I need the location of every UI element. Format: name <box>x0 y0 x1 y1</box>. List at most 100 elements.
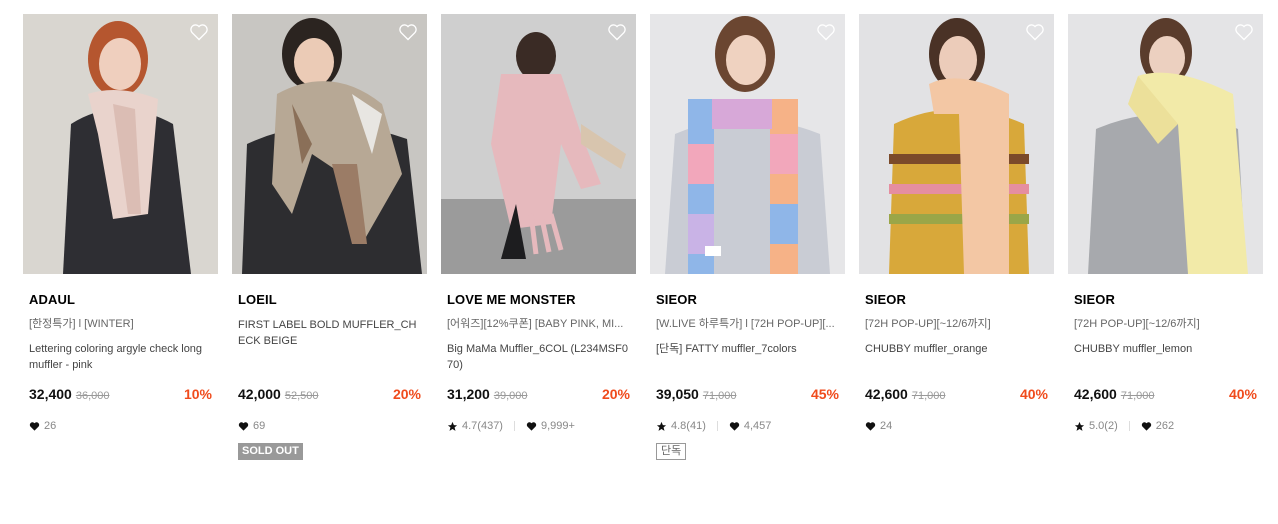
promo-text: [W.LIVE 하루특가] l [72H POP-UP][... <box>656 318 835 330</box>
rating: 5.0(2) <box>1074 420 1118 432</box>
product-photo <box>889 18 1029 274</box>
product-name[interactable]: Big MaMa Muffler_6COL (L234MSF070) <box>447 341 630 373</box>
brand-name[interactable]: SIEOR <box>656 292 839 308</box>
heart-icon <box>1141 421 1151 431</box>
rating: 4.8(41) <box>656 420 706 432</box>
product-image[interactable] <box>650 14 845 274</box>
likes-count: 262 <box>1155 420 1175 432</box>
sale-price: 42,000 <box>238 386 281 402</box>
original-price: 71,000 <box>1120 390 1155 402</box>
product-card[interactable]: SIEOR [W.LIVE 하루특가] l [72H POP-UP][... [… <box>650 14 845 460</box>
exclusive-badge: 단독 <box>656 443 687 460</box>
product-image[interactable] <box>1068 14 1263 274</box>
likes-count: 4,457 <box>743 420 772 432</box>
product-photo <box>441 32 636 274</box>
promo-text: [72H POP-UP][~12/6까지] <box>865 318 991 330</box>
price-row: 42,600 71,000 40% <box>1074 386 1257 406</box>
discount-rate: 10% <box>183 386 212 402</box>
brand-name[interactable]: SIEOR <box>865 292 1048 308</box>
promo-text: [어워즈][12%쿠폰] [BABY PINK, MI... <box>447 318 624 330</box>
rating: 4.7(437) <box>447 420 503 432</box>
discount-rate: 40% <box>1019 386 1048 402</box>
rating-value: 5.0(2) <box>1089 420 1118 432</box>
product-meta: 26 <box>29 419 212 433</box>
likes: 262 <box>1141 420 1174 432</box>
likes: 9,999+ <box>526 420 575 432</box>
product-meta: 24 <box>865 419 1048 433</box>
product-grid: ADAUL [한정특가] l [WINTER] Lettering colori… <box>23 14 1263 460</box>
product-card[interactable]: SIEOR [72H POP-UP][~12/6까지] CHUBBY muffl… <box>859 14 1054 460</box>
discount-rate: 45% <box>810 386 839 402</box>
meta-divider <box>1128 421 1130 431</box>
original-price: 52,500 <box>284 390 319 402</box>
product-image[interactable] <box>232 14 427 274</box>
heart-outline-icon[interactable] <box>1234 22 1254 42</box>
meta-divider <box>513 421 515 431</box>
price-row: 31,200 39,000 20% <box>447 386 630 406</box>
sale-price: 39,050 <box>656 386 699 402</box>
product-card[interactable]: ADAUL [한정특가] l [WINTER] Lettering colori… <box>23 14 218 460</box>
heart-outline-icon[interactable] <box>607 22 627 42</box>
discount-rate: 20% <box>392 386 421 402</box>
likes-count: 9,999+ <box>540 420 575 432</box>
sale-price: 42,600 <box>865 386 908 402</box>
product-meta: 69 <box>238 419 421 433</box>
product-image[interactable] <box>23 14 218 274</box>
price-row: 42,000 52,500 20% <box>238 386 421 406</box>
product-name[interactable]: CHUBBY muffler_lemon <box>1074 341 1257 373</box>
heart-icon <box>29 421 40 431</box>
sale-price: 42,600 <box>1074 386 1117 402</box>
product-card[interactable]: LOVE ME MONSTER [어워즈][12%쿠폰] [BABY PINK,… <box>441 14 636 460</box>
product-photo <box>63 21 191 274</box>
product-meta: 5.0(2) 262 <box>1074 419 1257 433</box>
likes: 4,457 <box>729 420 772 432</box>
product-photo <box>242 18 422 274</box>
promo-text: [한정특가] l [WINTER] <box>29 318 134 330</box>
price-row: 42,600 71,000 40% <box>865 386 1048 406</box>
likes: 69 <box>238 420 265 432</box>
likes: 24 <box>865 420 892 432</box>
product-card[interactable]: LOEIL FIRST LABEL BOLD MUFFLER_CHECK BEI… <box>232 14 427 460</box>
price-row: 39,050 71,000 45% <box>656 386 839 406</box>
original-price: 39,000 <box>493 390 528 402</box>
original-price: 71,000 <box>911 390 946 402</box>
product-name[interactable]: Lettering coloring argyle check long muf… <box>29 341 212 373</box>
likes-count: 24 <box>880 420 893 432</box>
product-image[interactable] <box>441 14 636 274</box>
product-photo <box>665 16 830 274</box>
product-name[interactable]: FIRST LABEL BOLD MUFFLER_CHECK BEIGE <box>238 317 421 349</box>
rating-value: 4.7(437) <box>462 420 503 432</box>
star-icon <box>656 421 667 431</box>
likes-count: 26 <box>44 420 57 432</box>
heart-outline-icon[interactable] <box>398 22 418 42</box>
sold-out-badge: SOLD OUT <box>238 443 303 460</box>
product-image[interactable] <box>859 14 1054 274</box>
product-name[interactable]: [단독] FATTY muffler_7colors <box>656 341 839 373</box>
rating-value: 4.8(41) <box>671 420 706 432</box>
price-row: 32,400 36,000 10% <box>29 386 212 406</box>
product-photo <box>1088 18 1248 274</box>
heart-icon <box>238 421 249 431</box>
likes: 26 <box>29 420 56 432</box>
likes-count: 69 <box>253 420 266 432</box>
brand-name[interactable]: SIEOR <box>1074 292 1257 308</box>
star-icon <box>1074 421 1085 431</box>
sale-price: 31,200 <box>447 386 490 402</box>
heart-outline-icon[interactable] <box>1025 22 1045 42</box>
heart-icon <box>865 421 876 431</box>
star-icon <box>447 421 458 431</box>
brand-name[interactable]: LOVE ME MONSTER <box>447 292 630 308</box>
heart-icon <box>526 421 537 431</box>
promo-text: [72H POP-UP][~12/6까지] <box>1074 318 1200 330</box>
heart-icon <box>729 421 740 431</box>
product-card[interactable]: SIEOR [72H POP-UP][~12/6까지] CHUBBY muffl… <box>1068 14 1263 460</box>
brand-name[interactable]: ADAUL <box>29 292 212 308</box>
original-price: 36,000 <box>75 390 110 402</box>
product-meta: 4.8(41) 4,457 <box>656 419 839 433</box>
original-price: 71,000 <box>702 390 737 402</box>
heart-outline-icon[interactable] <box>816 22 836 42</box>
discount-rate: 20% <box>601 386 630 402</box>
brand-name[interactable]: LOEIL <box>238 292 421 308</box>
product-name[interactable]: CHUBBY muffler_orange <box>865 341 1048 373</box>
heart-outline-icon[interactable] <box>189 22 209 42</box>
